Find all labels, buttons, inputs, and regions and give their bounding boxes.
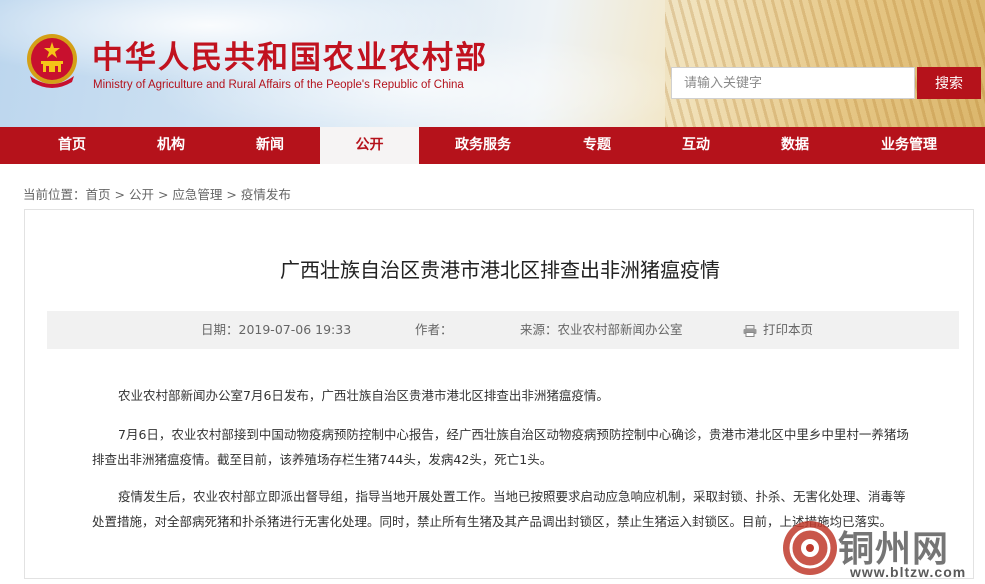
article-paragraph: 农业农村部新闻办公室7月6日发布，广西壮族自治区贵港市港北区排查出非洲猪瘟疫情。 <box>92 383 912 408</box>
print-label: 打印本页 <box>763 322 814 337</box>
nav-item-gov-services[interactable]: 政务服务 <box>419 127 547 164</box>
breadcrumb-prefix: 当前位置： <box>23 187 86 202</box>
wheat-background <box>665 0 985 127</box>
site-subtitle: Ministry of Agriculture and Rural Affair… <box>93 79 464 91</box>
watermark-logo-icon <box>783 521 837 575</box>
breadcrumb-link-epidemic[interactable]: 疫情发布 <box>241 187 291 202</box>
article-author: 作者： <box>415 322 453 337</box>
printer-icon <box>743 324 757 337</box>
breadcrumb-separator: > <box>222 187 241 202</box>
watermark: 铜州网 www.bltzw.com <box>768 514 985 584</box>
breadcrumb-separator: > <box>153 187 173 202</box>
site-header: 中华人民共和国农业农村部 Ministry of Agriculture and… <box>0 0 985 127</box>
nav-item-home[interactable]: 首页 <box>22 127 122 164</box>
breadcrumb-separator: > <box>110 187 129 202</box>
paragraph-text: 农业农村部新闻办公室7月6日发布，广西壮族自治区贵港市港北区排查出非洲猪瘟疫情。 <box>118 388 609 403</box>
search-input[interactable] <box>672 68 914 98</box>
national-emblem-icon[interactable] <box>24 32 80 90</box>
nav-item-business[interactable]: 业务管理 <box>845 127 973 164</box>
article-title: 广西壮族自治区贵港市港北区排查出非洲猪瘟疫情 <box>280 258 720 282</box>
main-nav: 首页 机构 新闻 公开 政务服务 专题 互动 数据 业务管理 <box>0 127 985 164</box>
breadcrumb-link-public[interactable]: 公开 <box>129 187 154 202</box>
paragraph-text: 7月6日，农业农村部接到中国动物疫病预防控制中心报告，经广西壮族自治区动物疫病预… <box>92 427 909 467</box>
article-source: 来源：农业农村部新闻办公室 <box>520 322 683 337</box>
search-box <box>671 67 915 99</box>
nav-item-public[interactable]: 公开 <box>320 127 419 164</box>
breadcrumb: 当前位置：首页 > 公开 > 应急管理 > 疫情发布 <box>23 184 291 203</box>
search-button[interactable]: 搜索 <box>917 67 981 99</box>
article-date: 日期：2019-07-06 19:33 <box>201 322 352 337</box>
nav-item-data[interactable]: 数据 <box>745 127 845 164</box>
breadcrumb-link-emergency[interactable]: 应急管理 <box>172 187 222 202</box>
article-meta-bar: 日期：2019-07-06 19:33 作者： 来源：农业农村部新闻办公室 打印… <box>47 311 959 349</box>
nav-item-news[interactable]: 新闻 <box>220 127 320 164</box>
site-title[interactable]: 中华人民共和国农业农村部 <box>92 32 488 77</box>
nav-item-topics[interactable]: 专题 <box>547 127 647 164</box>
print-button[interactable]: 打印本页 <box>743 311 813 349</box>
nav-item-interaction[interactable]: 互动 <box>647 127 745 164</box>
watermark-url: www.bltzw.com <box>850 564 967 580</box>
article-paragraph: 7月6日，农业农村部接到中国动物疫病预防控制中心报告，经广西壮族自治区动物疫病预… <box>92 422 912 472</box>
nav-item-organization[interactable]: 机构 <box>122 127 220 164</box>
breadcrumb-link-home[interactable]: 首页 <box>86 187 111 202</box>
